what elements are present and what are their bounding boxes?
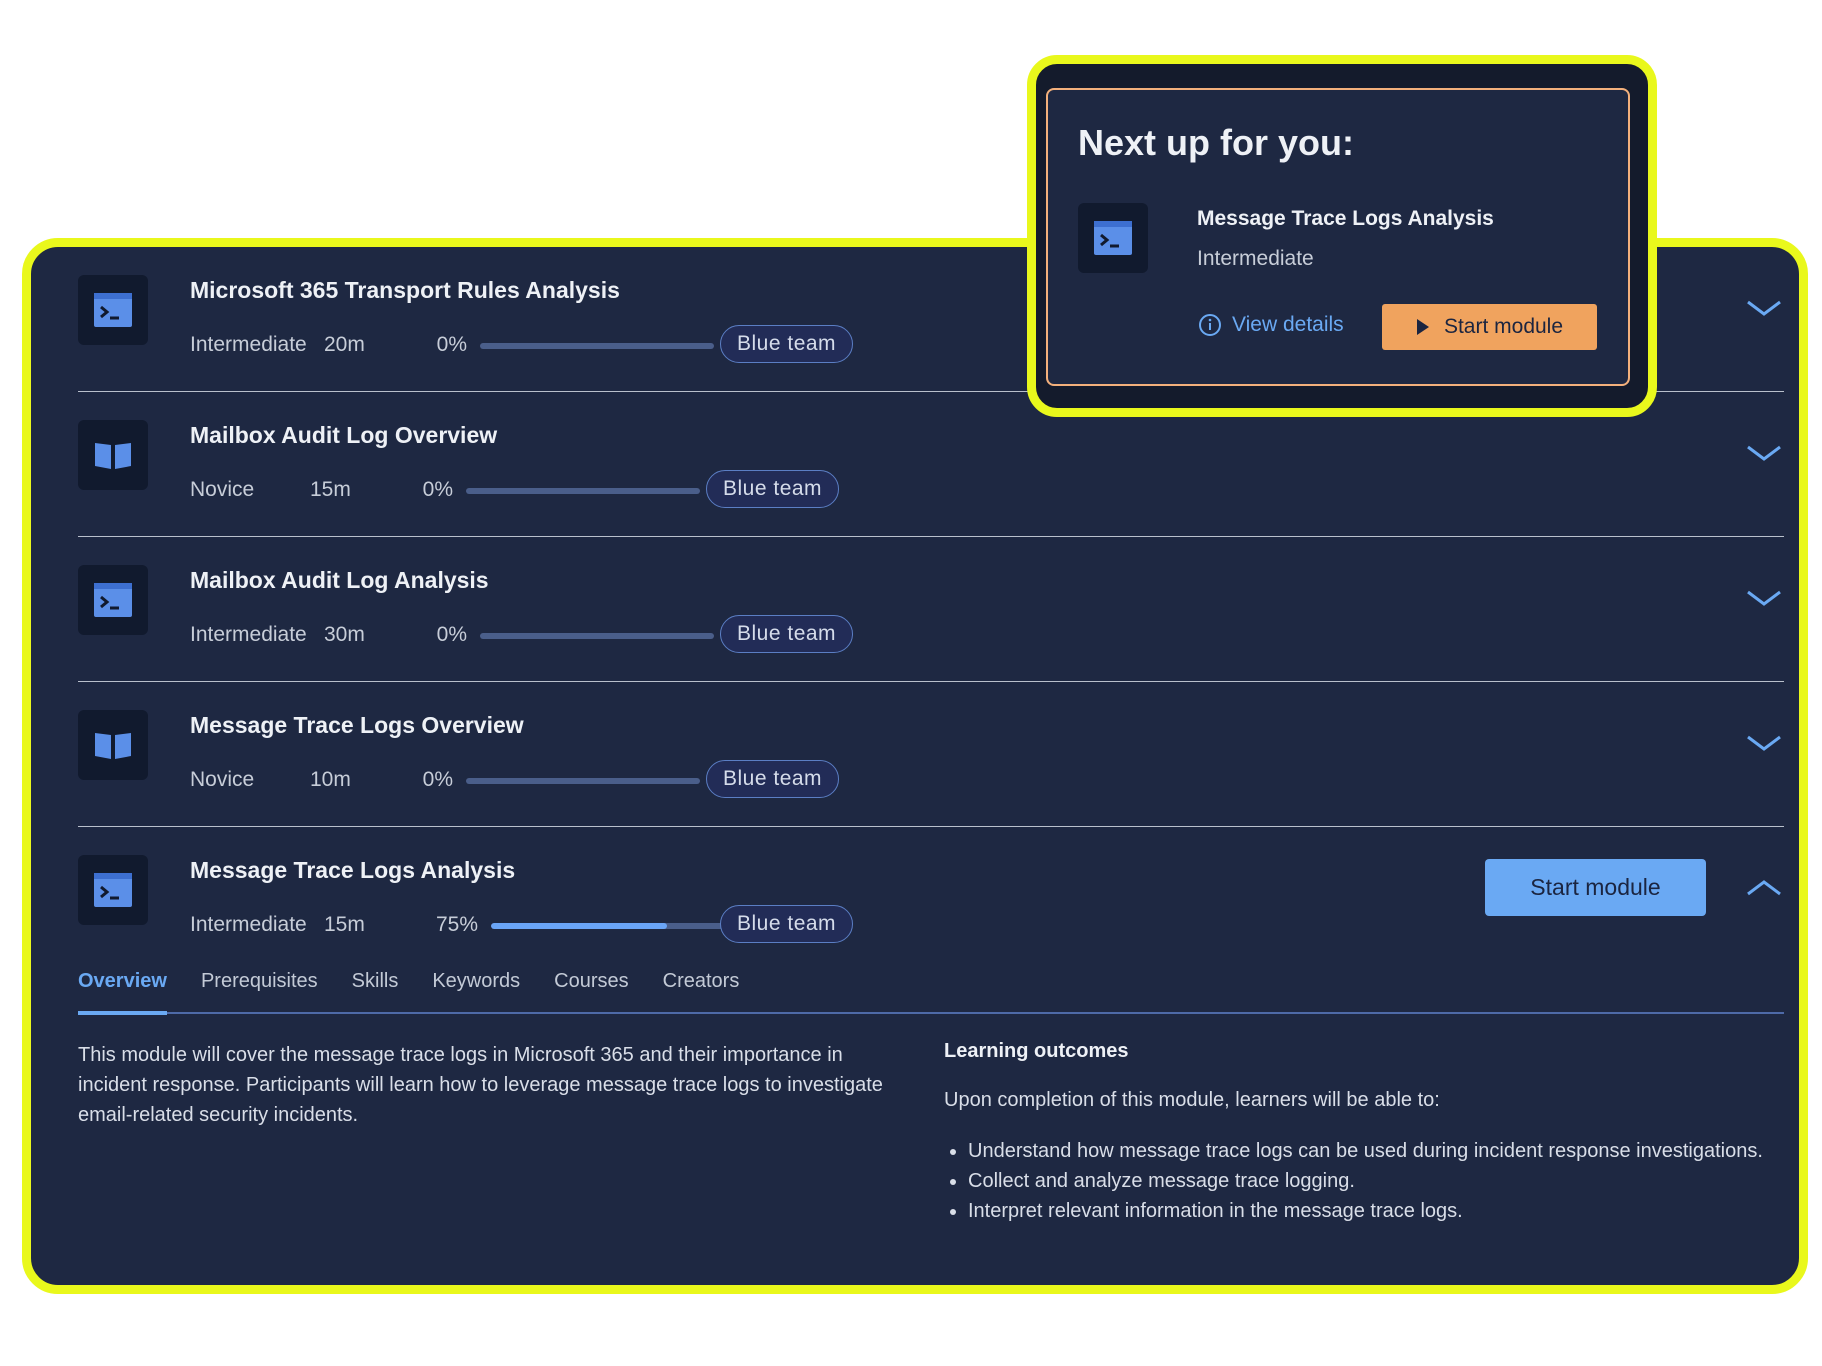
module-duration: 20m <box>324 333 365 356</box>
learning-outcomes: Learning outcomes Upon completion of thi… <box>944 1040 1764 1226</box>
module-tag: Blue team <box>720 325 854 363</box>
view-details-link[interactable]: View details <box>1198 313 1344 337</box>
next-up-heading: Next up for you: <box>1078 122 1354 163</box>
terminal-icon <box>78 855 148 925</box>
module-progress-bar <box>466 778 700 784</box>
chevron-down-icon[interactable] <box>1744 438 1784 468</box>
play-icon <box>1416 319 1429 335</box>
chevron-up-icon[interactable] <box>1744 873 1784 903</box>
module-progress-label: 75% <box>435 913 478 936</box>
terminal-icon <box>78 275 148 345</box>
module-duration: 15m <box>324 913 365 936</box>
next-up-start-label: Start module <box>1443 315 1564 338</box>
module-level: Intermediate <box>190 623 307 646</box>
tab-courses[interactable]: Courses <box>554 970 628 1012</box>
module-title[interactable]: Mailbox Audit Log Overview <box>190 422 497 449</box>
module-title[interactable]: Message Trace Logs Analysis <box>190 857 515 884</box>
module-duration: 15m <box>310 478 351 501</box>
outcome-item: Collect and analyze message trace loggin… <box>968 1166 1764 1196</box>
book-icon <box>78 420 148 490</box>
next-up-start-button[interactable]: Start module <box>1382 304 1597 350</box>
tab-overview[interactable]: Overview <box>78 970 167 1015</box>
module-duration: 10m <box>310 768 351 791</box>
outcome-item: Understand how message trace logs can be… <box>968 1136 1764 1166</box>
terminal-icon <box>78 565 148 635</box>
module-tag: Blue team <box>706 760 840 798</box>
module-tag: Blue team <box>706 470 840 508</box>
module-progress-label: 0% <box>436 333 467 356</box>
tab-creators[interactable]: Creators <box>663 970 740 1012</box>
module-description: This module will cover the message trace… <box>78 1044 883 1126</box>
module-level: Intermediate <box>190 333 307 356</box>
next-up-module-level: Intermediate <box>1197 247 1314 270</box>
outcomes-intro: Upon completion of this module, learners… <box>944 1089 1440 1111</box>
module-progress-bar <box>466 488 700 494</box>
tab-prerequisites[interactable]: Prerequisites <box>201 970 318 1012</box>
module-row-expanded[interactable]: Message Trace Logs Analysis Intermediate… <box>78 827 1784 1226</box>
module-level: Novice <box>190 768 255 791</box>
outcomes-list: Understand how message trace logs can be… <box>944 1136 1764 1226</box>
outcomes-heading: Learning outcomes <box>944 1040 1129 1062</box>
outcome-item: Interpret relevant information in the me… <box>968 1196 1764 1226</box>
module-row[interactable]: Mailbox Audit Log Analysis Intermediate … <box>78 537 1784 682</box>
module-title[interactable]: Mailbox Audit Log Analysis <box>190 567 489 594</box>
module-title[interactable]: Microsoft 365 Transport Rules Analysis <box>190 277 620 304</box>
module-level: Novice <box>190 478 255 501</box>
next-up-inner: Next up for you: Message Trace Logs Anal… <box>1046 88 1630 386</box>
module-progress-bar <box>491 923 725 929</box>
tab-keywords[interactable]: Keywords <box>432 970 520 1012</box>
module-tag: Blue team <box>720 615 854 653</box>
module-progress-bar <box>480 343 714 349</box>
chevron-down-icon[interactable] <box>1744 728 1784 758</box>
module-progress-label: 0% <box>436 623 467 646</box>
chevron-down-icon[interactable] <box>1744 293 1784 323</box>
module-progress-bar <box>480 633 714 639</box>
module-row[interactable]: Message Trace Logs Overview Novice 10m 0… <box>78 682 1784 827</box>
module-tag: Blue team <box>720 905 854 943</box>
next-up-card: Next up for you: Message Trace Logs Anal… <box>1027 55 1657 417</box>
view-details-label: View details <box>1232 313 1344 336</box>
start-module-button[interactable]: Start module <box>1485 859 1706 916</box>
tab-skills[interactable]: Skills <box>352 970 399 1012</box>
detail-tabs: Overview Prerequisites Skills Keywords C… <box>78 970 1784 1015</box>
info-icon <box>1199 314 1221 336</box>
module-level: Intermediate <box>190 913 307 936</box>
module-progress-label: 0% <box>422 478 453 501</box>
module-title[interactable]: Message Trace Logs Overview <box>190 712 524 739</box>
overview-content: This module will cover the message trace… <box>78 1014 1784 1226</box>
module-progress-label: 0% <box>422 768 453 791</box>
chevron-down-icon[interactable] <box>1744 583 1784 613</box>
next-up-module-title[interactable]: Message Trace Logs Analysis <box>1197 207 1494 231</box>
module-duration: 30m <box>324 623 365 646</box>
book-icon <box>78 710 148 780</box>
terminal-icon <box>1078 203 1148 273</box>
